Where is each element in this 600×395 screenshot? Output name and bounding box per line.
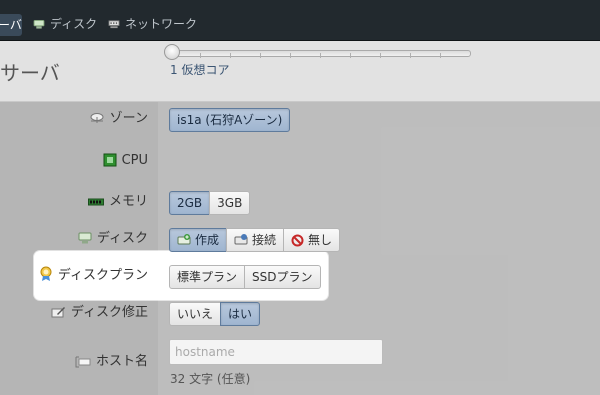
hostname-label-text: ホスト名 (95, 354, 148, 369)
cpu-value: 1 仮想コア (170, 63, 230, 77)
cpu-label: CPU (103, 151, 148, 171)
tab-network[interactable]: ネットワーク (108, 13, 197, 35)
hostname-label: ホスト名 (75, 352, 148, 372)
cpu-slider-track (169, 50, 471, 58)
tab-server-label: ーバ (0, 18, 22, 32)
tab-network-label: ネットワーク (125, 17, 198, 31)
slider-tick (440, 53, 441, 58)
zone-selector: is1a (石狩Aゾーン) (169, 108, 291, 132)
disk-plan-selector: 標準プラン SSDプラン (169, 265, 321, 289)
disk-plan-label: ディスクプラン (39, 266, 148, 286)
zone-value: is1a (石狩Aゾーン) (177, 113, 283, 127)
slider-tick (230, 53, 231, 58)
memory-option-label: 2GB (177, 196, 203, 210)
disk-plan-option-label: 標準プラン (177, 270, 238, 284)
disk-edit-option-label: はい (228, 307, 253, 321)
cpu-slider-thumb[interactable] (164, 44, 180, 60)
disk-connect-icon (234, 234, 248, 245)
disk-plan-ssd[interactable]: SSDプラン (244, 265, 321, 289)
disk-add-icon (177, 234, 191, 245)
disk-edit-selector: いいえ はい (169, 302, 261, 326)
slider-tick (290, 53, 291, 58)
cpu-label-text: CPU (121, 153, 148, 168)
disk-label: ディスク (78, 229, 148, 249)
tab-disk[interactable]: ディスク (33, 13, 97, 35)
memory-selector: 2GB 3GB (169, 191, 251, 215)
slider-tick (410, 53, 411, 58)
disk-edit-label: ディスク修正 (51, 303, 148, 323)
disk-connect-button[interactable]: 接続 (226, 228, 285, 252)
cloud-icon (90, 113, 104, 123)
disk-none-label: 無し (308, 233, 333, 247)
tag-icon (75, 356, 91, 368)
disk-edit-no[interactable]: いいえ (169, 302, 222, 326)
memory-label: メモリ (87, 192, 148, 212)
tab-disk-label: ディスク (50, 17, 98, 31)
top-nav: ーバ ディスク ネットワーク (0, 0, 600, 41)
tab-server[interactable]: ーバ (0, 14, 22, 36)
chip-icon (103, 153, 117, 167)
slider-tick (200, 53, 201, 58)
disk-label-text: ディスク (96, 231, 148, 246)
memory-label-text: メモリ (108, 194, 148, 209)
slider-tick (320, 53, 321, 58)
zone-button[interactable]: is1a (石狩Aゾーン) (169, 108, 291, 132)
page-title: サーバ (0, 61, 60, 85)
disk-icon (78, 232, 92, 244)
disk-create-button[interactable]: 作成 (169, 228, 228, 252)
zone-label: ゾーン (89, 109, 148, 129)
zone-label-text: ゾーン (109, 111, 148, 126)
memory-option-label: 3GB (217, 196, 243, 210)
disk-connect-label: 接続 (252, 233, 277, 247)
disk-icon (33, 20, 45, 29)
memory-icon (87, 198, 104, 206)
award-icon (40, 266, 52, 281)
slider-tick (260, 53, 261, 58)
hostname-hint: 32 文字 (任意) (170, 372, 251, 386)
disk-plan-label-text: ディスクプラン (57, 268, 148, 283)
slider-tick (380, 53, 381, 58)
cpu-slider[interactable] (164, 44, 471, 60)
disk-plan-standard[interactable]: 標準プラン (169, 265, 246, 289)
disk-plan-option-label: SSDプラン (252, 270, 313, 284)
memory-option-3gb[interactable]: 3GB (209, 191, 251, 215)
prohibit-icon (291, 234, 304, 246)
hostname-input[interactable] (169, 339, 383, 365)
disk-edit-option-label: いいえ (177, 307, 214, 321)
disk-edit-yes[interactable]: はい (220, 302, 261, 326)
memory-option-2gb[interactable]: 2GB (169, 191, 211, 215)
network-icon (108, 20, 120, 29)
disk-edit-label-text: ディスク修正 (70, 305, 148, 320)
disk-none-button[interactable]: 無し (283, 228, 341, 252)
edit-icon (51, 307, 65, 318)
disk-create-label: 作成 (195, 233, 220, 247)
slider-tick (350, 53, 351, 58)
disk-selector: 作成 接続 無し (169, 228, 341, 252)
